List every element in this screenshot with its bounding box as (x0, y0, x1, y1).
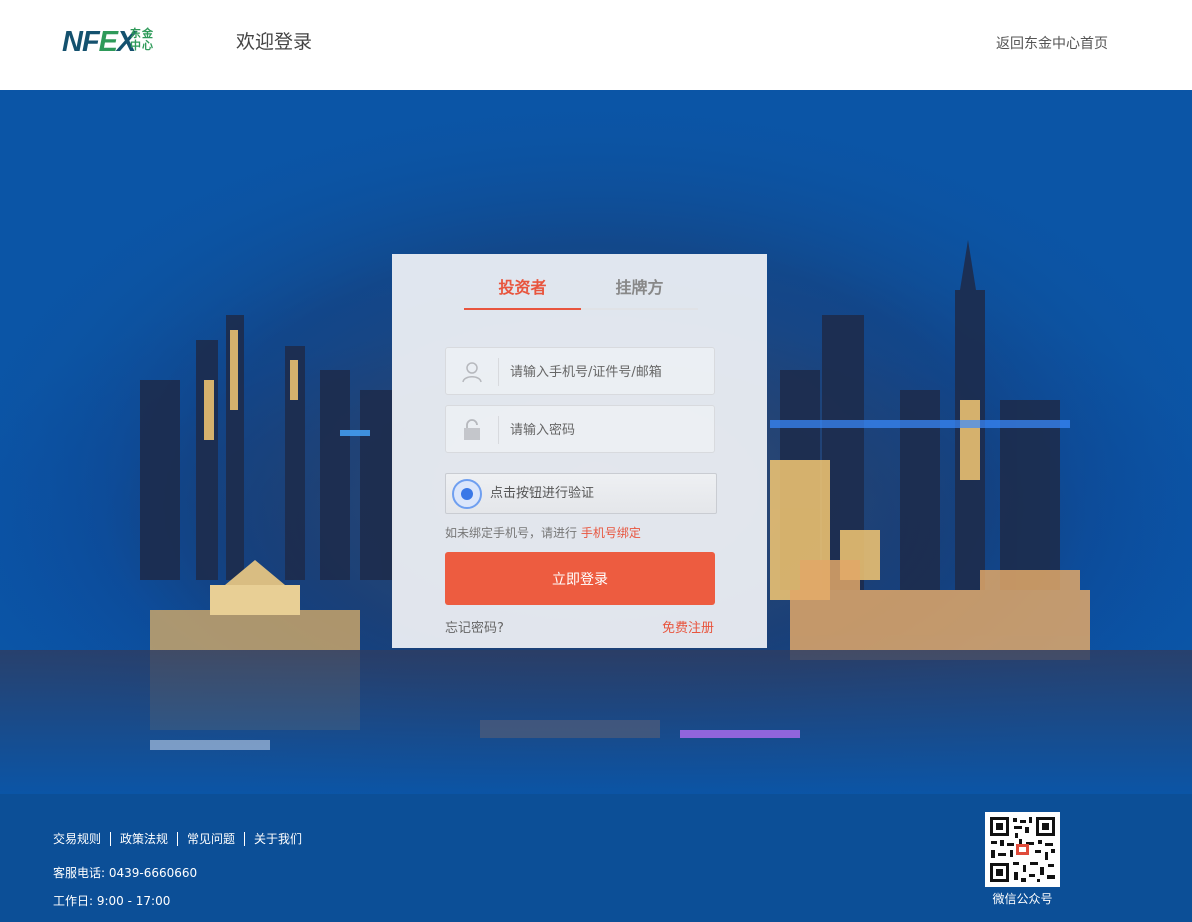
footer-link-trading-rules[interactable]: 交易规则 (53, 831, 101, 847)
username-field[interactable] (445, 347, 715, 395)
footer-link-faq[interactable]: 常见问题 (187, 831, 235, 847)
hero-banner: 投资者 挂牌方 点击按钮进行验证 如未绑定手机号，请进行 (0, 90, 1192, 794)
wechat-qr-code (985, 812, 1060, 887)
user-icon (462, 362, 482, 383)
logo-mark: NFEX (62, 26, 136, 58)
footer-link-policies[interactable]: 政策法规 (120, 831, 168, 847)
logo-cn-text: 东金中心 (130, 27, 154, 52)
login-tabs: 投资者 挂牌方 (464, 272, 698, 310)
footer-nav: 交易规则 政策法规 常见问题 关于我们 (53, 831, 302, 847)
footer-divider (244, 832, 246, 846)
forgot-password-link[interactable]: 忘记密码? (445, 620, 504, 637)
password-field[interactable] (445, 405, 715, 453)
bind-hint-text: 如未绑定手机号，请进行 (445, 526, 578, 540)
verify-text: 点击按钮进行验证 (490, 486, 595, 501)
footer-divider (110, 832, 112, 846)
login-button[interactable]: 立即登录 (445, 552, 715, 605)
working-hours: 工作日: 9:00 - 17:00 (53, 894, 171, 908)
footer-divider (177, 832, 179, 846)
bind-phone-link[interactable]: 手机号绑定 (581, 526, 641, 540)
login-card: 投资者 挂牌方 点击按钮进行验证 如未绑定手机号，请进行 (392, 254, 767, 648)
bind-phone-hint: 如未绑定手机号，请进行 手机号绑定 (445, 525, 641, 541)
nfex-logo[interactable]: NFEX 东金中心 (62, 26, 158, 58)
footer-link-about[interactable]: 关于我们 (254, 831, 302, 847)
tab-investor[interactable]: 投资者 (464, 278, 581, 298)
active-tab-indicator (464, 308, 581, 310)
captcha-verify-button[interactable]: 点击按钮进行验证 (445, 473, 717, 514)
register-link[interactable]: 免费注册 (662, 620, 714, 637)
qr-label: 微信公众号 (992, 892, 1053, 906)
verify-dot-icon (452, 479, 482, 509)
field-separator (498, 358, 499, 386)
lock-icon (464, 419, 480, 440)
service-hotline: 客服电话: 0439-6660660 (53, 866, 198, 880)
back-home-link[interactable]: 返回东金中心首页 (996, 35, 1108, 53)
top-header: NFEX 东金中心 欢迎登录 返回东金中心首页 (0, 0, 1192, 90)
field-separator (498, 416, 499, 444)
tab-lister[interactable]: 挂牌方 (581, 278, 698, 298)
page-footer: 交易规则 政策法规 常见问题 关于我们 客服电话: 0439-6660660 工… (0, 794, 1192, 922)
page-title: 欢迎登录 (236, 31, 313, 53)
username-input[interactable] (510, 360, 706, 384)
password-input[interactable] (510, 418, 706, 442)
